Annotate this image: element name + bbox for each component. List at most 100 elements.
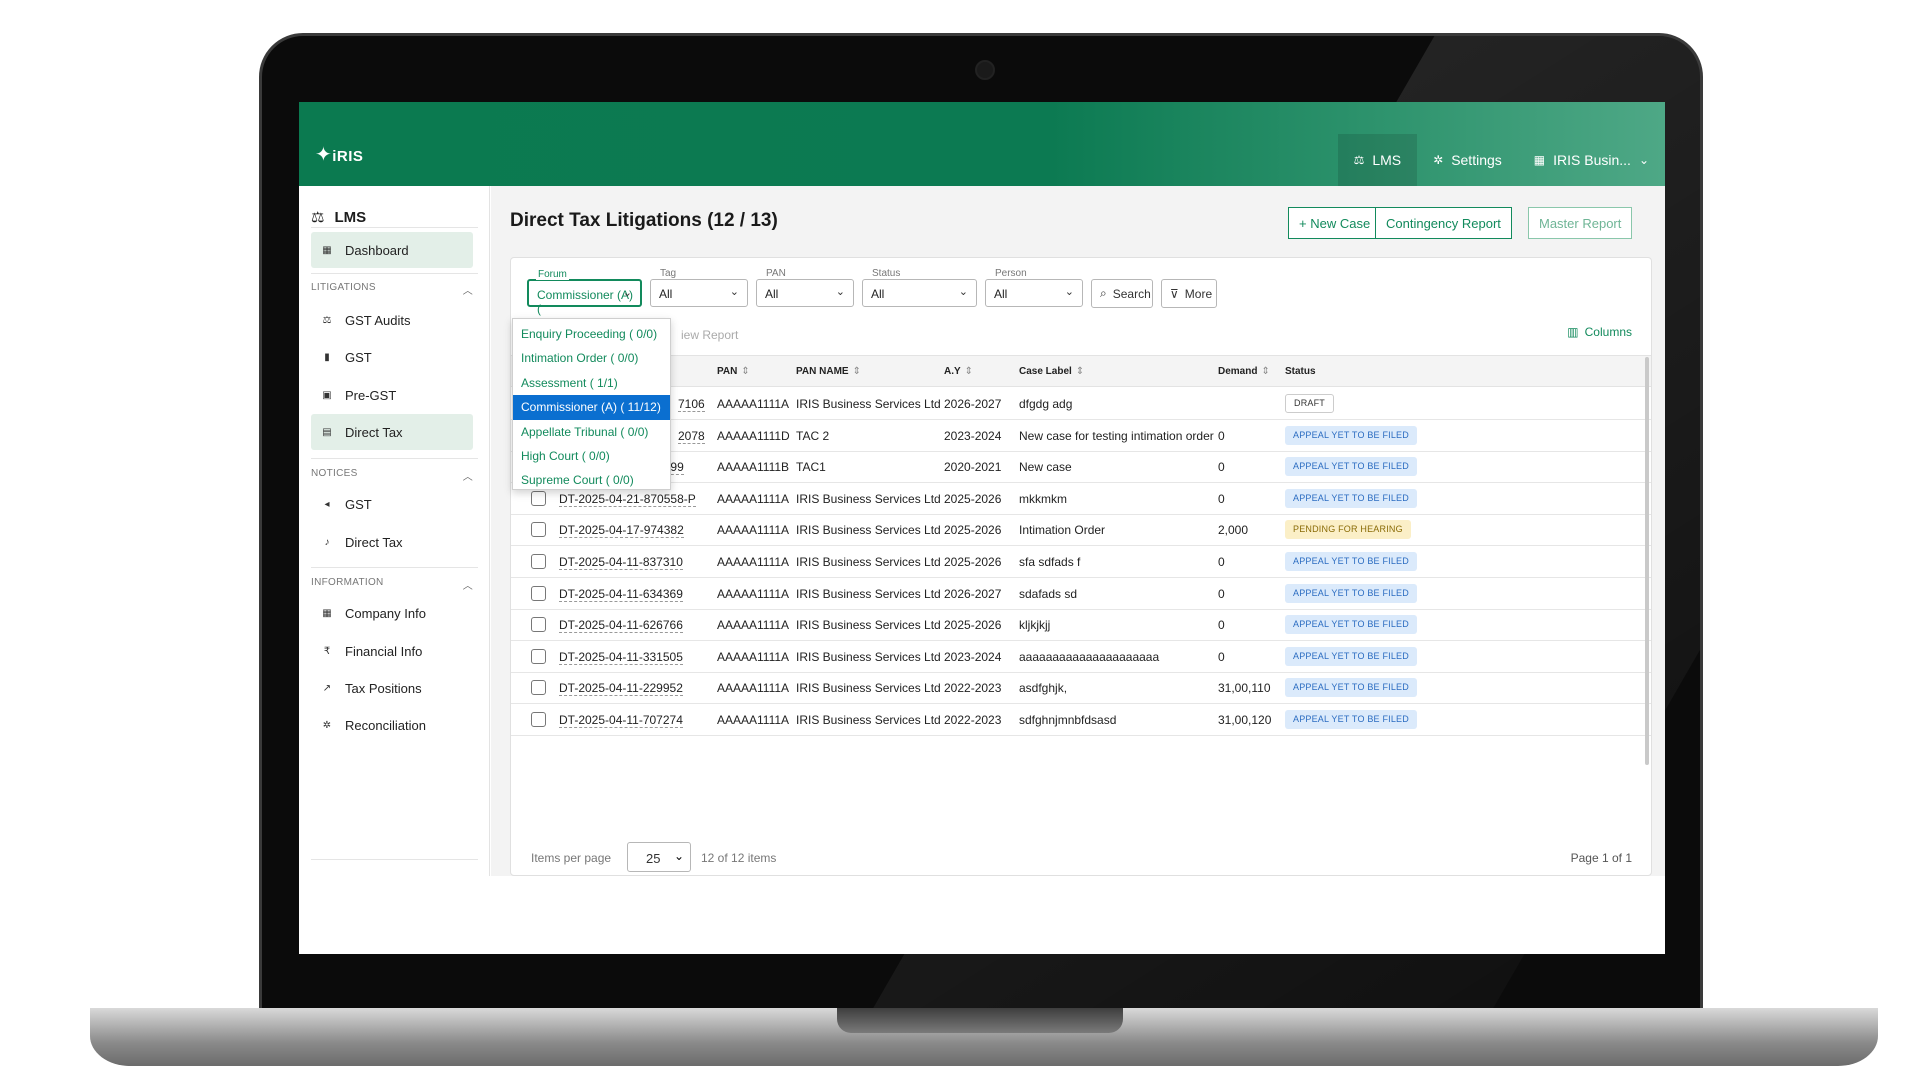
nav-tab-settings[interactable]: ✲ Settings (1417, 134, 1518, 186)
case-label-cell: kljkjkjj (1019, 618, 1051, 633)
section-litigations[interactable]: LITIGATIONS ︿ (311, 282, 473, 297)
table-row[interactable]: DT-2025-04-11-331505 AAAAA1111A IRIS Busin… (511, 641, 1651, 673)
forum-option[interactable]: Intimation Order ( 0/0) (513, 346, 670, 370)
trend-icon: ↗ (322, 682, 332, 694)
sort-icon[interactable]: ⇕ (1076, 366, 1084, 377)
case-id-link[interactable]: DT-2025-04-17-974382 (559, 523, 684, 539)
chevron-down-icon[interactable]: ⌄ (1639, 153, 1649, 167)
sidebar-item-gst-audits[interactable]: ⚖ GST Audits (311, 302, 473, 338)
forum-select[interactable]: Forum Commissioner (A) ( ⌄ (527, 269, 642, 316)
col-pan[interactable]: PAN ⇕ (717, 366, 750, 377)
table-row[interactable]: DT-2025-04-24-559599AAAAA1111BTAC12020-2… (511, 451, 1651, 484)
table-row[interactable]: 2078 AAAAA1111D TAC 2 2023-2024 New case for… (511, 420, 1651, 452)
iris-logo[interactable]: ✦iRIS (315, 142, 363, 167)
table-header: PAN ⇕ PAN NAME ⇕ A.Y ⇕ Case Label ⇕ Demand ⇕ … (511, 355, 1651, 387)
case-id-link[interactable]: DT-2025-04-11-331505 (559, 650, 683, 665)
items-per-page-select[interactable]: 25 ⌄ (627, 842, 691, 872)
row-checkbox[interactable] (531, 554, 546, 569)
row-checkbox[interactable] (531, 712, 546, 727)
ay-cell: 2025-2026 (944, 491, 1002, 506)
case-id-link[interactable]: 2078 (678, 429, 705, 444)
table-row[interactable]: DT-2025-04-21-870558-P AAAAA1111A IRIS Bus… (511, 483, 1651, 515)
demand-cell: 0 (1218, 460, 1225, 475)
table-row[interactable]: DT-2025-04-17-974382 AAAAA1111A IRIS Busin… (511, 514, 1651, 547)
status-badge: APPEAL YET TO BE FILED (1285, 488, 1417, 508)
col-pan-name[interactable]: PAN NAME ⇕ (796, 366, 861, 377)
row-checkbox[interactable] (531, 617, 546, 633)
sidebar-item-label: Company Info (345, 605, 426, 621)
section-notices[interactable]: NOTICES ︿ (311, 468, 473, 483)
vertical-scrollbar[interactable] (1645, 357, 1649, 765)
col-demand[interactable]: Demand ⇕ (1218, 366, 1270, 377)
chevron-up-icon[interactable]: ︿ (463, 468, 473, 483)
sort-icon[interactable]: ⇕ (741, 366, 749, 377)
divider (311, 273, 478, 274)
case-id-link[interactable]: DT-2025-04-11-626766 (559, 618, 683, 634)
demand-cell: 0 (1218, 618, 1225, 633)
forum-option[interactable]: Enquiry Proceeding ( 0/0) (513, 322, 670, 346)
table-row[interactable]: DT-2025-04-11-634369 AAAAA1111A IRIS Busin… (511, 578, 1651, 610)
ay-cell: 2026-2027 (944, 397, 1002, 411)
section-information[interactable]: INFORMATION ︿ (311, 577, 473, 592)
table-row[interactable]: DT-2025-04-11-626766 AAAAA1111A IRIS Busin… (511, 609, 1651, 642)
ay-cell: 2022-2023 (944, 681, 1002, 696)
col-case-label[interactable]: Case Label ⇕ (1019, 366, 1084, 377)
pan-name-cell: IRIS Business Services Ltd (796, 713, 941, 727)
case-id-link[interactable]: DT-2025-04-11-707274 (559, 713, 683, 728)
section-label: NOTICES (311, 468, 358, 479)
table-row[interactable]: 7106 AAAAA1111A IRIS Business Services Ltd… (511, 388, 1651, 420)
sidebar-item-financial-info[interactable]: ₹ Financial Info (311, 633, 473, 669)
forum-option[interactable]: Appellate Tribunal ( 0/0) (513, 420, 670, 444)
view-report-link[interactable]: iew Report (681, 328, 738, 342)
contingency-report-button[interactable]: Contingency Report (1375, 207, 1512, 239)
forum-option[interactable]: Assessment ( 1/1) (513, 371, 670, 395)
item-count: 12 of 12 items (701, 851, 777, 865)
row-checkbox[interactable] (531, 648, 546, 664)
nav-tab-lms[interactable]: ⚖ LMS (1337, 134, 1418, 186)
nav-tab-company[interactable]: ▦ IRIS Busin... ⌄ (1518, 134, 1665, 186)
sidebar-item-tax-positions[interactable]: ↗ Tax Positions (311, 670, 473, 706)
row-checkbox[interactable] (531, 490, 546, 506)
sidebar-item-reconciliation[interactable]: ✲ Reconciliation (311, 707, 473, 743)
sidebar-item-pre-gst[interactable]: ▣ Pre-GST (311, 377, 473, 413)
tag-select[interactable]: Tag All ⌄ (650, 268, 748, 307)
row-checkbox[interactable] (531, 585, 546, 601)
sort-icon[interactable]: ⇕ (853, 366, 861, 377)
more-button[interactable]: ⊽ More (1161, 279, 1217, 308)
gear-icon: ✲ (1433, 153, 1444, 167)
audit-icon: ⚖ (322, 314, 332, 326)
person-select[interactable]: Person All ⌄ (985, 268, 1083, 307)
forum-dropdown-menu: Enquiry Proceeding ( 0/0) Intimation Orde… (512, 318, 671, 490)
sidebar-item-gst[interactable]: ▮ GST (311, 339, 473, 375)
row-checkbox[interactable] (531, 680, 546, 696)
chevron-up-icon[interactable]: ︿ (463, 282, 473, 297)
row-checkbox[interactable] (531, 522, 546, 538)
sidebar-item-company-info[interactable]: ▦ Company Info (311, 595, 473, 631)
sidebar-item-notices-gst[interactable]: ◂ GST (311, 486, 473, 522)
table-row[interactable]: DT-2025-04-11-837310 AAAAA1111A IRIS Busin… (511, 546, 1651, 578)
col-ay[interactable]: A.Y ⇕ (944, 366, 973, 377)
columns-button[interactable]: ▥ Columns (1567, 325, 1632, 339)
case-id-link[interactable]: DT-2025-04-21-870558-P (559, 492, 696, 507)
sort-icon[interactable]: ⇕ (965, 366, 973, 377)
case-label-cell: New case (1019, 460, 1072, 475)
forum-option[interactable]: Supreme Court ( 0/0) (513, 468, 670, 492)
sidebar-item-direct-tax[interactable]: ▤ Direct Tax (311, 414, 473, 450)
case-id-link[interactable]: 7106 (678, 397, 705, 412)
search-button[interactable]: ⌕ Search (1091, 279, 1153, 308)
sort-icon[interactable]: ⇕ (1261, 366, 1269, 377)
master-report-button[interactable]: Master Report (1528, 207, 1633, 239)
chevron-up-icon[interactable]: ︿ (463, 577, 473, 592)
pan-select[interactable]: PAN All ⌄ (756, 268, 854, 307)
sidebar-item-notices-direct-tax[interactable]: ♪ Direct Tax (311, 524, 473, 560)
forum-option[interactable]: High Court ( 0/0) (513, 444, 670, 468)
status-select[interactable]: Status All ⌄ (862, 268, 977, 307)
case-id-link[interactable]: DT-2025-04-11-634369 (559, 587, 683, 602)
new-case-button[interactable]: + New Case (1288, 207, 1382, 239)
sidebar-item-dashboard[interactable]: ▦ Dashboard (311, 232, 473, 268)
forum-option[interactable]: Commissioner (A) ( 11/12) (513, 395, 670, 420)
case-id-link[interactable]: DT-2025-04-11-837310 (559, 555, 683, 570)
case-id-link[interactable]: DT-2025-04-11-229952 (559, 681, 683, 697)
table-row[interactable]: DT-2025-04-11-229952 AAAAA1111A IRIS Busin… (511, 672, 1651, 705)
table-row[interactable]: DT-2025-04-11-707274 AAAAA1111A IRIS Busin… (511, 704, 1651, 736)
